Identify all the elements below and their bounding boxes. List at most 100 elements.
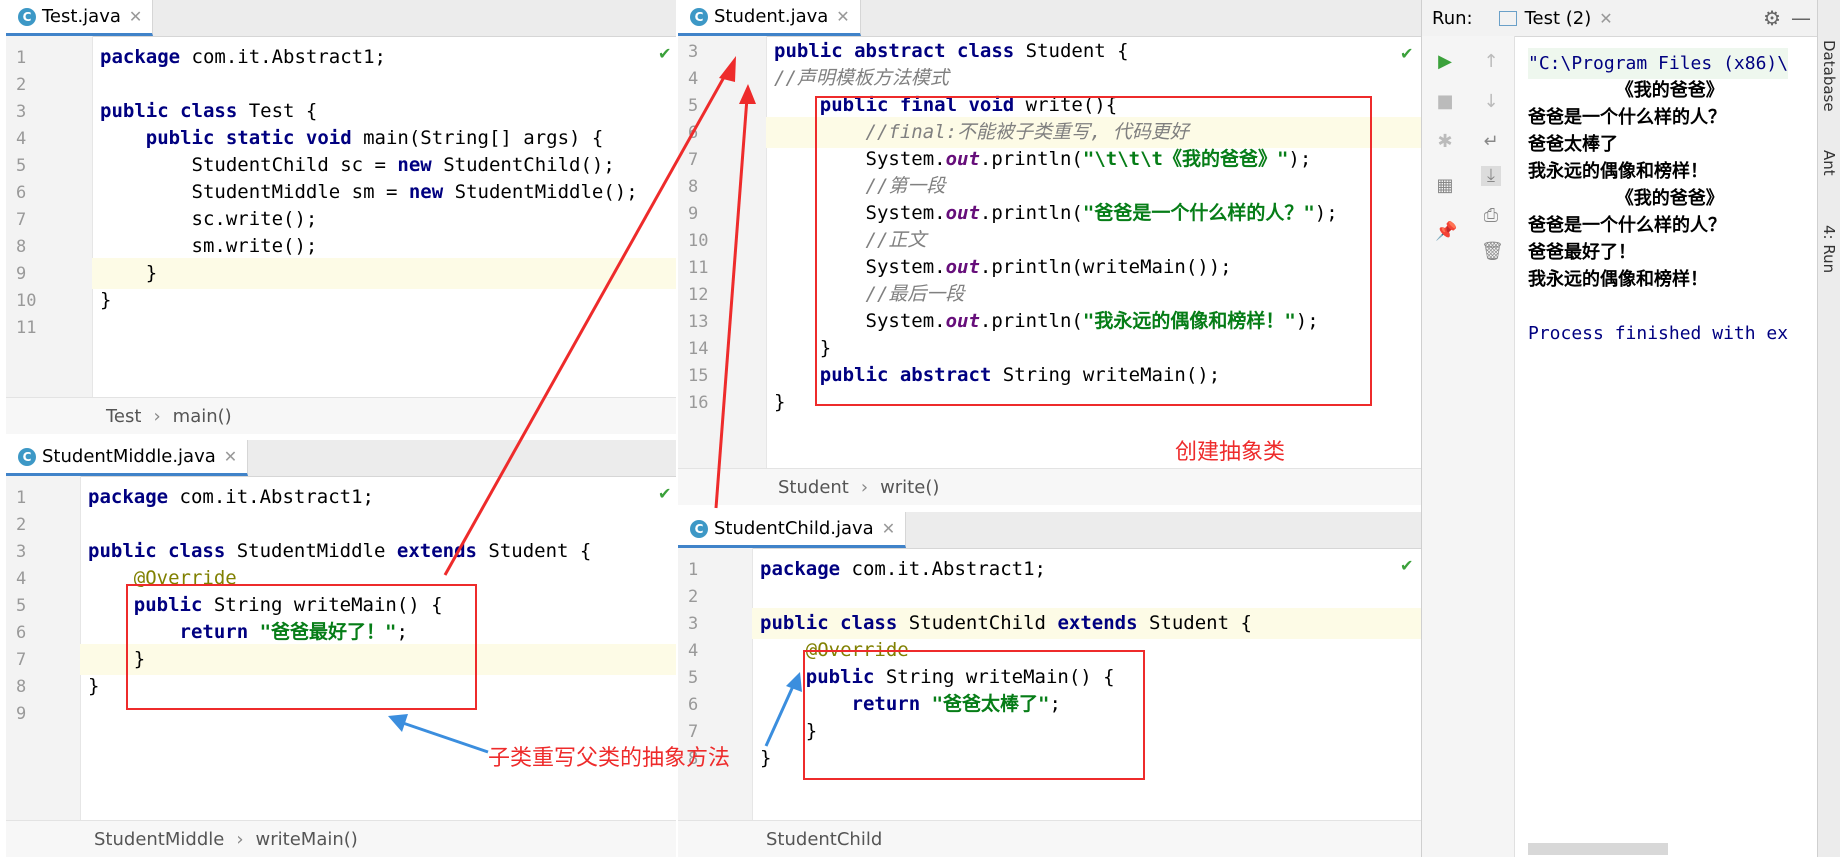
code-token: sm.write();	[100, 235, 318, 257]
close-icon[interactable]: ✕	[882, 519, 895, 538]
close-icon[interactable]: ✕	[224, 447, 237, 466]
debug-icon[interactable]: ✱	[1435, 132, 1455, 152]
run-panel: Run: Test (2) ✕ ⚙ — ▶ ■ ✱ ▦ 📌 ↑ ↓ ↵ ⤓ ⎙ …	[1421, 0, 1840, 857]
breadcrumb-separator: ›	[236, 828, 244, 850]
right-sidebar: Database Ant 4: Run	[1817, 0, 1840, 857]
code-token: StudentChild sc =	[100, 154, 398, 176]
code-token: public class	[100, 100, 249, 122]
run-label: Run:	[1432, 7, 1473, 29]
breadcrumb-item[interactable]: writeMain()	[256, 829, 358, 850]
line-number: 16	[688, 393, 709, 413]
gutter: 12345678	[678, 548, 753, 821]
sidebar-item-run[interactable]: 4: Run	[1820, 225, 1838, 273]
code-token: //声明模板方法模式	[774, 67, 949, 89]
tab-student-child-java[interactable]: C StudentChild.java ✕	[678, 512, 907, 548]
code-token: Student {	[488, 540, 592, 562]
minimize-icon[interactable]: —	[1791, 6, 1811, 30]
code-token: com.it.Abstract1;	[179, 486, 374, 508]
code-token: }	[100, 289, 112, 311]
gutter: 1 2 3 4 5 6 7 8 9	[6, 476, 81, 821]
code-area[interactable]: package com.it.Abstract1; public class Te…	[92, 36, 676, 398]
run-icon[interactable]: ▶	[1435, 52, 1455, 72]
layout-icon[interactable]: ▦	[1435, 176, 1455, 196]
code-token: public class	[760, 612, 909, 634]
run-tab[interactable]: Test (2) ✕	[1498, 8, 1623, 29]
breadcrumb-separator: ›	[153, 405, 161, 427]
line-number: 5	[688, 96, 699, 116]
line-number: 2	[688, 587, 699, 607]
down-arrow-icon[interactable]: ↓	[1481, 92, 1501, 112]
code-token: StudentChild	[908, 612, 1058, 634]
line-number: 9	[16, 264, 27, 284]
line-number: 6	[16, 623, 27, 643]
pin-icon[interactable]: 📌	[1435, 222, 1457, 242]
breadcrumb-item[interactable]: StudentChild	[766, 829, 882, 850]
line-number: 7	[16, 210, 27, 230]
gutter: 3 4 5 6 7 8 9 10 11 12 13 14 15 16	[678, 36, 767, 469]
line-number: 1	[688, 560, 699, 580]
check-icon: ✔	[1400, 556, 1414, 575]
run-header: Run: Test (2) ✕ ⚙ —	[1422, 0, 1840, 37]
code-token: sc.write();	[100, 208, 318, 230]
code-token: Test {	[248, 100, 318, 122]
print-icon[interactable]: ⎙	[1481, 206, 1501, 226]
code-token: }	[760, 747, 772, 769]
tabbar: C StudentChild.java ✕	[678, 512, 1421, 549]
breadcrumb: Test › main()	[6, 397, 676, 434]
code-token: new	[408, 181, 455, 203]
code-token: StudentChild();	[443, 154, 615, 176]
line-number: 4	[688, 641, 699, 661]
up-arrow-icon[interactable]: ↑	[1481, 52, 1501, 72]
code-token: StudentMiddle();	[454, 181, 638, 203]
tab-student-java[interactable]: C Student.java ✕	[678, 0, 861, 36]
trash-icon[interactable]: 🗑	[1481, 242, 1504, 262]
code-token: extends	[396, 540, 489, 562]
highlight-box-student	[815, 96, 1372, 406]
line-number: 5	[16, 156, 27, 176]
horizontal-scrollbar[interactable]	[1528, 843, 1668, 855]
check-icon: ✔	[658, 44, 672, 63]
stop-icon[interactable]: ■	[1435, 92, 1455, 112]
sidebar-item-ant[interactable]: Ant	[1820, 150, 1838, 176]
line-number: 5	[16, 596, 27, 616]
breadcrumb-item[interactable]: StudentMiddle	[94, 829, 224, 850]
gear-icon[interactable]: ⚙	[1763, 6, 1781, 30]
close-icon[interactable]: ✕	[836, 7, 849, 26]
close-icon[interactable]: ✕	[1599, 9, 1612, 28]
line-number: 11	[16, 318, 37, 338]
line-number: 8	[16, 677, 27, 697]
sidebar-item-database[interactable]: Database	[1820, 40, 1838, 112]
line-number: 1	[16, 48, 27, 68]
line-number: 15	[688, 366, 709, 386]
code-token: public abstract class	[774, 40, 1026, 62]
soft-wrap-icon[interactable]: ↵	[1481, 132, 1501, 152]
breadcrumb-item[interactable]: Student	[778, 477, 849, 498]
line-number: 2	[16, 75, 27, 95]
tabbar: C Student.java ✕	[678, 0, 1421, 37]
line-number: 14	[688, 339, 709, 359]
tabbar: C StudentMiddle.java ✕	[6, 440, 676, 477]
editor-test: C Test.java ✕ 1 2 3 4 5 6 7 8 9 10 11 package com.…	[6, 0, 676, 434]
code-token: Student {	[1025, 40, 1129, 62]
console-icon	[1498, 10, 1517, 26]
breadcrumb-item[interactable]: write()	[880, 477, 939, 498]
breadcrumb: Student › write()	[678, 468, 1421, 505]
code-token: public static void	[145, 127, 364, 149]
line-number: 2	[16, 515, 27, 535]
breadcrumb-item[interactable]: main()	[173, 406, 232, 427]
scroll-end-icon[interactable]: ⤓	[1481, 166, 1501, 186]
line-number: 11	[688, 258, 709, 278]
code-token: new	[397, 154, 444, 176]
close-icon[interactable]: ✕	[129, 7, 142, 26]
breadcrumb-item[interactable]: Test	[106, 406, 141, 427]
code-token: StudentMiddle	[236, 540, 397, 562]
code-token: package	[88, 486, 180, 508]
tab-student-middle-java[interactable]: C StudentMiddle.java ✕	[6, 440, 249, 476]
line-number: 7	[688, 150, 699, 170]
line-number: 6	[688, 123, 699, 143]
code-token: main(String[] args) {	[363, 127, 604, 149]
tab-test-java[interactable]: C Test.java ✕	[6, 0, 154, 36]
